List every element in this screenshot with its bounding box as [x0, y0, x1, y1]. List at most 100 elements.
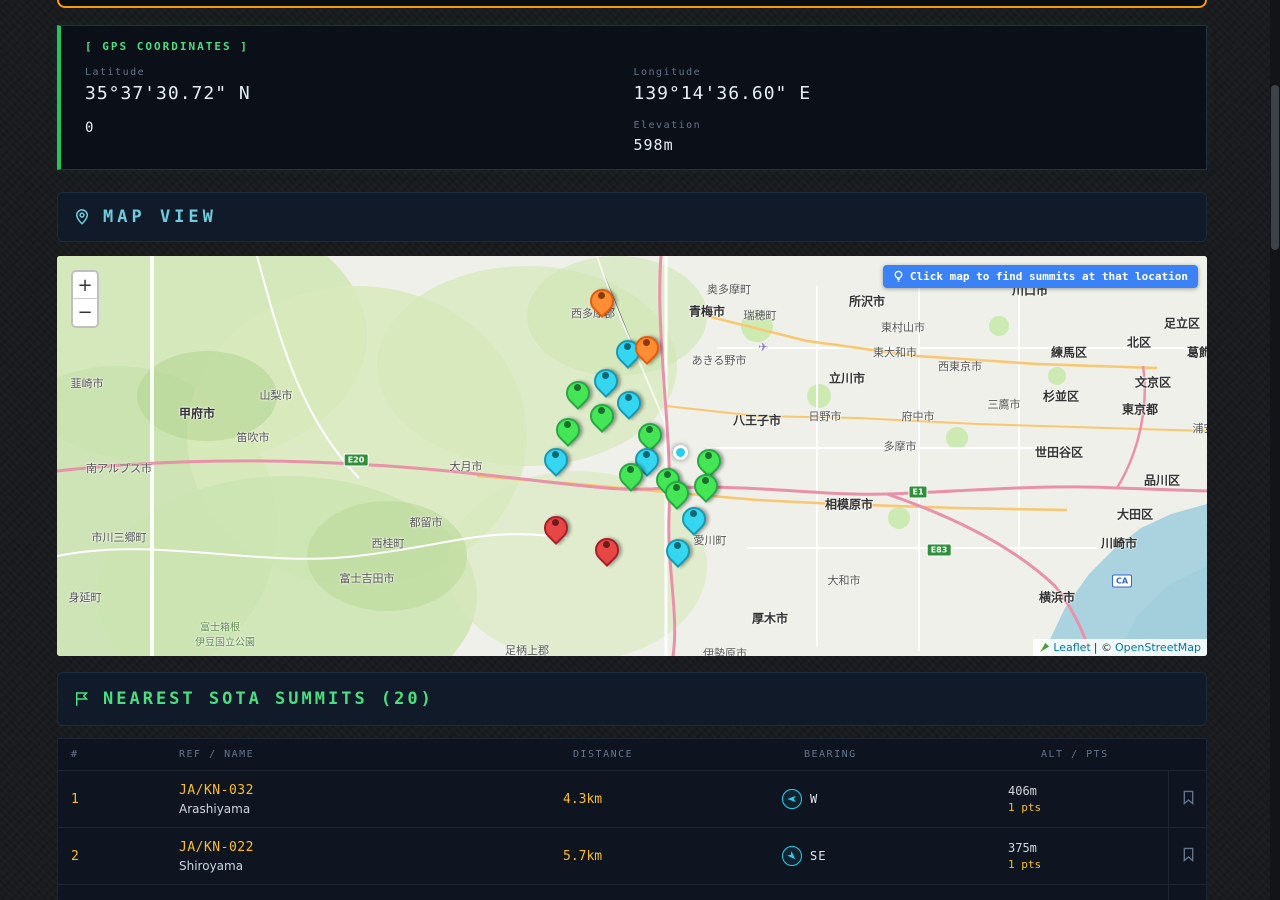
openstreetmap-link[interactable]: OpenStreetMap [1115, 641, 1201, 654]
map-place-label: 甲府市 [179, 405, 215, 422]
road-shield: CA [1112, 575, 1132, 588]
map-place-label: 大田区 [1117, 506, 1153, 523]
map-place-label: 愛川町 [694, 532, 727, 548]
summit-bearing: SE [714, 846, 929, 866]
col-header-ref-name: REF / NAME [179, 749, 499, 760]
map-place-label: 笛吹市 [237, 429, 270, 445]
marker-center-dot [552, 519, 559, 526]
marker-center-dot [673, 484, 680, 491]
map-place-label: 西東京市 [938, 358, 982, 374]
current-location-marker[interactable] [673, 445, 688, 460]
map-place-label: 都留市 [410, 514, 443, 530]
map-place-label: 奥多摩町 [707, 281, 751, 297]
map-place-label: 品川区 [1144, 472, 1180, 489]
summit-alt-pts: 406m 1 pts [929, 784, 1168, 814]
map-place-label: 東大和市 [873, 344, 917, 360]
bookmark-cell [1168, 828, 1208, 884]
marker-center-dot [574, 384, 581, 391]
table-header-row: # REF / NAME DISTANCE BEARING ALT / PTS [58, 739, 1206, 771]
map-place-label: 富士箱根 [200, 619, 240, 634]
gps-panel-title: [ GPS COORDINATES ] [85, 40, 1182, 53]
map-place-label: 伊勢原市 [703, 645, 747, 656]
col-header-bearing: BEARING [714, 749, 929, 760]
col-header-alt-pts: ALT / PTS [929, 749, 1168, 760]
leaflet-logo-icon [1039, 642, 1050, 653]
map-place-label: 足柄上郡 [505, 642, 549, 656]
bearing-label: SE [810, 849, 826, 863]
marker-center-dot [705, 452, 712, 459]
map-place-label: 杉並区 [1043, 388, 1079, 405]
zoom-in-button[interactable]: + [73, 272, 97, 299]
summits-table: # REF / NAME DISTANCE BEARING ALT / PTS … [57, 738, 1207, 900]
gps-coordinates-panel: [ GPS COORDINATES ] Latitude 35°37'30.72… [57, 25, 1207, 170]
longitude-label: Longitude [634, 67, 1183, 78]
summit-altitude: 406m [1008, 784, 1168, 798]
marker-center-dot [664, 471, 671, 478]
longitude-value: 139°14'36.60" E [634, 83, 1183, 104]
search-input-remnant[interactable] [57, 0, 1207, 8]
marker-center-dot [602, 372, 609, 379]
window-scrollbar[interactable] [1270, 0, 1280, 900]
summit-alt-pts: 375m1 pts [929, 841, 1168, 871]
summit-row[interactable]: 3 [58, 885, 1206, 900]
map-attribution: Leaflet | © OpenStreetMap [1033, 639, 1207, 656]
bulb-icon [893, 270, 904, 283]
marker-center-dot [598, 292, 605, 299]
map-place-label: 韮崎市 [71, 375, 104, 391]
summit-row[interactable]: 1JA/KN-032Arashiyama4.3kmW406m1 pts [58, 771, 1206, 828]
map-place-label: 伊豆国立公園 [195, 634, 255, 649]
map[interactable]: 奥多摩町西多摩郡青梅市瑞穂町所沢市川口市松戸市足立区東村山市北区葛飾区あきる野市… [57, 256, 1207, 656]
leaflet-link[interactable]: Leaflet [1053, 641, 1090, 654]
marker-center-dot [674, 542, 681, 549]
summit-points: 1 pts [1008, 801, 1168, 814]
map-view-title: MAP VIEW [103, 207, 217, 227]
map-place-label: 川崎市 [1101, 535, 1137, 552]
road-shield: E83 [927, 544, 952, 557]
marker-center-dot [603, 541, 610, 548]
summit-ref[interactable]: JA/KN-022 [179, 840, 499, 855]
marker-center-dot [690, 510, 697, 517]
map-place-label: 山梨市 [260, 387, 293, 403]
scrollbar-thumb[interactable] [1271, 85, 1279, 250]
main-content: [ GPS COORDINATES ] Latitude 35°37'30.72… [57, 0, 1207, 900]
zoom-control: + − [71, 270, 99, 328]
marker-center-dot [598, 407, 605, 414]
latitude-label: Latitude [85, 67, 634, 78]
marker-center-dot [643, 451, 650, 458]
summit-rank: 2 [58, 849, 179, 864]
map-place-label: 浦安市 [1193, 420, 1208, 436]
map-place-label: 相模原市 [825, 496, 873, 513]
summit-ref[interactable]: JA/KN-032 [179, 783, 499, 798]
map-hint-button[interactable]: Click map to find summits at that locati… [883, 265, 1198, 288]
bookmark-cell [1168, 771, 1208, 827]
map-place-label: 府中市 [902, 408, 935, 424]
road-shield: E20 [344, 454, 369, 467]
map-place-label: 厚木市 [752, 610, 788, 627]
attribution-separator: | © [1094, 641, 1112, 654]
map-place-label: 東京都 [1122, 401, 1158, 418]
zoom-out-button[interactable]: − [73, 299, 97, 326]
map-view-header: MAP VIEW [57, 192, 1207, 242]
summit-points: 1 pts [1008, 858, 1168, 871]
extra-value: 0 [85, 120, 634, 136]
summit-name: Arashiyama [179, 802, 499, 816]
bookmark-button[interactable] [1178, 786, 1199, 812]
map-place-label: 青梅市 [689, 303, 725, 320]
map-place-label: 世田谷区 [1035, 444, 1083, 461]
marker-center-dot [643, 339, 650, 346]
compass-icon [782, 846, 802, 866]
bookmark-button[interactable] [1178, 843, 1199, 869]
map-place-label: 西桂町 [372, 535, 405, 551]
airport-icon: ✈ [758, 340, 768, 354]
map-place-label: 富士吉田市 [340, 570, 395, 586]
map-place-label: 練馬区 [1051, 344, 1087, 361]
summit-row[interactable]: 2JA/KN-022Shiroyama5.7kmSE375m1 pts [58, 828, 1206, 885]
summit-bearing: W [714, 789, 929, 809]
map-place-label: 所沢市 [849, 293, 885, 310]
map-place-label: 葛飾区 [1187, 344, 1207, 361]
map-place-label: あきる野市 [692, 352, 747, 368]
marker-center-dot [702, 477, 709, 484]
map-place-label: 北区 [1127, 334, 1151, 351]
marker-center-dot [646, 426, 653, 433]
map-pin-icon [73, 208, 91, 226]
